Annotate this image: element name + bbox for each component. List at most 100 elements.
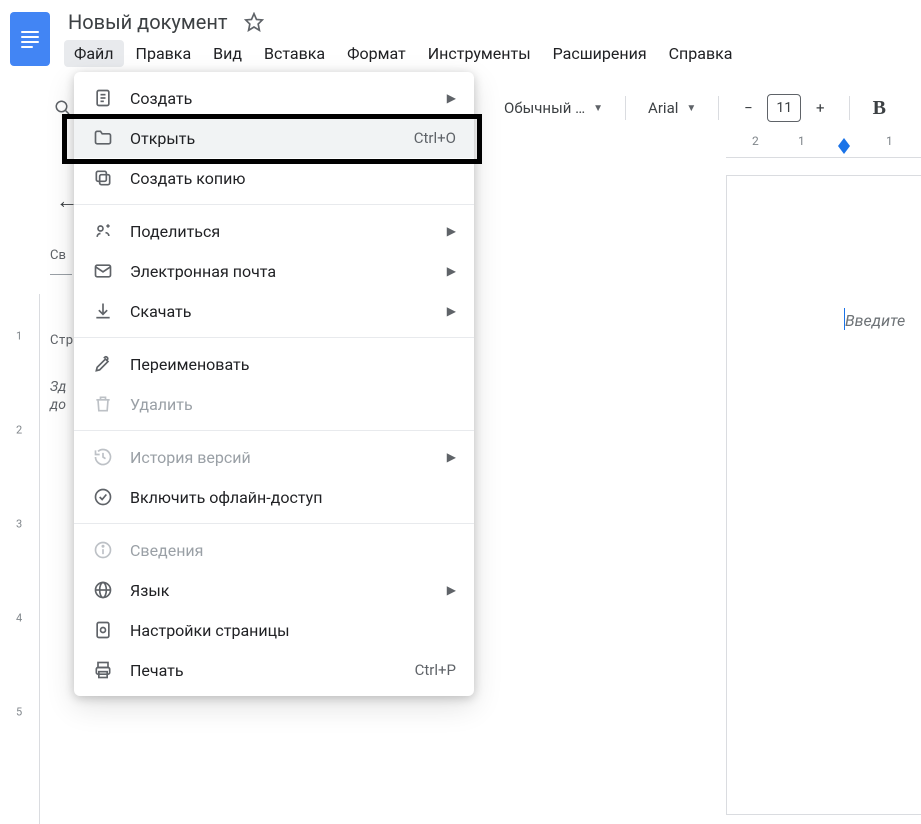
menu-item-share[interactable]: Поделиться ▶ bbox=[74, 211, 474, 251]
menu-separator bbox=[74, 430, 474, 431]
star-icon[interactable] bbox=[243, 11, 265, 33]
chevron-down-icon: ▼ bbox=[686, 103, 696, 114]
left-indent-marker[interactable] bbox=[838, 146, 850, 154]
document-icon bbox=[92, 87, 114, 109]
menu-item-language[interactable]: Язык ▶ bbox=[74, 570, 474, 610]
menu-separator bbox=[74, 523, 474, 524]
docs-logo[interactable] bbox=[10, 12, 50, 66]
chevron-down-icon: ▼ bbox=[593, 103, 603, 114]
folder-icon bbox=[92, 127, 114, 149]
outline-note: Зд до bbox=[50, 378, 66, 414]
ruler-mark: 1 bbox=[798, 134, 805, 148]
info-icon bbox=[92, 539, 114, 561]
ruler-mark: 1 bbox=[886, 134, 893, 148]
menu-view[interactable]: Вид bbox=[203, 40, 252, 67]
document-title[interactable]: Новый документ bbox=[64, 8, 231, 36]
decrease-font-size[interactable]: − bbox=[733, 93, 763, 123]
ruler-mark: 3 bbox=[16, 518, 22, 531]
menu-help[interactable]: Справка bbox=[659, 40, 743, 67]
menu-item-label: Сведения bbox=[130, 541, 456, 560]
chevron-right-icon: ▶ bbox=[447, 450, 456, 464]
menu-file[interactable]: Файл bbox=[64, 40, 124, 67]
menu-item-label: История версий bbox=[130, 448, 431, 467]
menu-item-label: Переименовать bbox=[130, 355, 456, 374]
outline-divider bbox=[50, 274, 72, 275]
copy-icon bbox=[92, 167, 114, 189]
menu-item-label: Поделиться bbox=[130, 222, 431, 241]
menu-item-label: Включить офлайн-доступ bbox=[130, 488, 456, 507]
globe-icon bbox=[92, 579, 114, 601]
chevron-right-icon: ▶ bbox=[447, 264, 456, 278]
outline-note-line1: Зд bbox=[50, 379, 66, 395]
first-line-indent-marker[interactable] bbox=[838, 138, 850, 146]
font-label: Arial bbox=[648, 99, 678, 117]
ruler-mark: 4 bbox=[16, 612, 22, 625]
menu-item-download[interactable]: Скачать ▶ bbox=[74, 291, 474, 331]
menu-item-new[interactable]: Создать ▶ bbox=[74, 78, 474, 118]
download-icon bbox=[92, 300, 114, 322]
ruler-mark: 5 bbox=[16, 706, 22, 719]
menu-edit[interactable]: Правка bbox=[126, 40, 202, 67]
separator bbox=[718, 96, 719, 120]
menu-item-label: Электронная почта bbox=[130, 262, 431, 281]
font-size-input[interactable]: 11 bbox=[767, 94, 801, 122]
separator bbox=[849, 96, 850, 120]
menu-format[interactable]: Формат bbox=[337, 40, 416, 67]
docs-logo-icon bbox=[21, 31, 39, 48]
trash-icon bbox=[92, 393, 114, 415]
menu-item-label: Язык bbox=[130, 581, 431, 600]
history-icon bbox=[92, 446, 114, 468]
menu-item-label: Скачать bbox=[130, 302, 431, 321]
menu-item-history: История версий ▶ bbox=[74, 437, 474, 477]
menu-item-label: Открыть bbox=[130, 129, 398, 148]
menu-item-copy[interactable]: Создать копию bbox=[74, 158, 474, 198]
menu-item-open[interactable]: Открыть Ctrl+O bbox=[74, 118, 474, 158]
outline-pages-label: Стр bbox=[50, 333, 74, 348]
menu-item-details: Сведения bbox=[74, 530, 474, 570]
ruler-mark: 2 bbox=[752, 134, 759, 148]
menu-item-delete: Удалить bbox=[74, 384, 474, 424]
menu-item-print[interactable]: Печать Ctrl+P bbox=[74, 650, 474, 690]
ruler-mark: 1 bbox=[16, 330, 22, 343]
menu-item-label: Печать bbox=[130, 661, 399, 680]
menu-item-label: Настройки страницы bbox=[130, 621, 456, 640]
page-setup-icon bbox=[92, 619, 114, 641]
menu-extensions[interactable]: Расширения bbox=[543, 40, 657, 67]
offline-icon bbox=[92, 486, 114, 508]
font-select[interactable]: Arial ▼ bbox=[640, 93, 704, 123]
file-menu: Создать ▶ Открыть Ctrl+O Создать копию П… bbox=[74, 72, 474, 696]
separator bbox=[625, 96, 626, 120]
chevron-right-icon: ▶ bbox=[447, 583, 456, 597]
outline-heading: Св bbox=[50, 248, 66, 263]
menu-separator bbox=[74, 204, 474, 205]
menu-item-offline[interactable]: Включить офлайн-доступ bbox=[74, 477, 474, 517]
document-page[interactable]: Введите bbox=[726, 175, 921, 815]
menu-item-page-setup[interactable]: Настройки страницы bbox=[74, 610, 474, 650]
chevron-right-icon: ▶ bbox=[447, 91, 456, 105]
menu-insert[interactable]: Вставка bbox=[254, 40, 335, 67]
header: Новый документ Файл Правка Вид Вставка Ф… bbox=[0, 0, 921, 72]
chevron-right-icon: ▶ bbox=[447, 224, 456, 238]
bold-button[interactable]: B bbox=[864, 93, 894, 123]
search-icon bbox=[54, 99, 72, 117]
menu-tools[interactable]: Инструменты bbox=[418, 40, 541, 67]
horizontal-ruler: 2 1 1 bbox=[726, 130, 921, 158]
vertical-ruler: 1 2 3 4 5 bbox=[0, 294, 40, 824]
chevron-right-icon: ▶ bbox=[447, 304, 456, 318]
menu-item-shortcut: Ctrl+P bbox=[415, 661, 456, 679]
menu-separator bbox=[74, 337, 474, 338]
print-icon bbox=[92, 659, 114, 681]
email-icon bbox=[92, 260, 114, 282]
ruler-mark: 2 bbox=[16, 424, 22, 437]
menu-item-label: Удалить bbox=[130, 395, 456, 414]
menubar: Файл Правка Вид Вставка Формат Инструмен… bbox=[64, 40, 742, 67]
rename-icon bbox=[92, 353, 114, 375]
menu-item-email[interactable]: Электронная почта ▶ bbox=[74, 251, 474, 291]
menu-item-label: Создать bbox=[130, 89, 431, 108]
menu-item-label: Создать копию bbox=[130, 169, 456, 188]
menu-item-rename[interactable]: Переименовать bbox=[74, 344, 474, 384]
increase-font-size[interactable]: + bbox=[805, 93, 835, 123]
menu-item-shortcut: Ctrl+O bbox=[414, 129, 456, 147]
paragraph-style-select[interactable]: Обычный … ▼ bbox=[496, 93, 611, 123]
share-icon bbox=[92, 220, 114, 242]
